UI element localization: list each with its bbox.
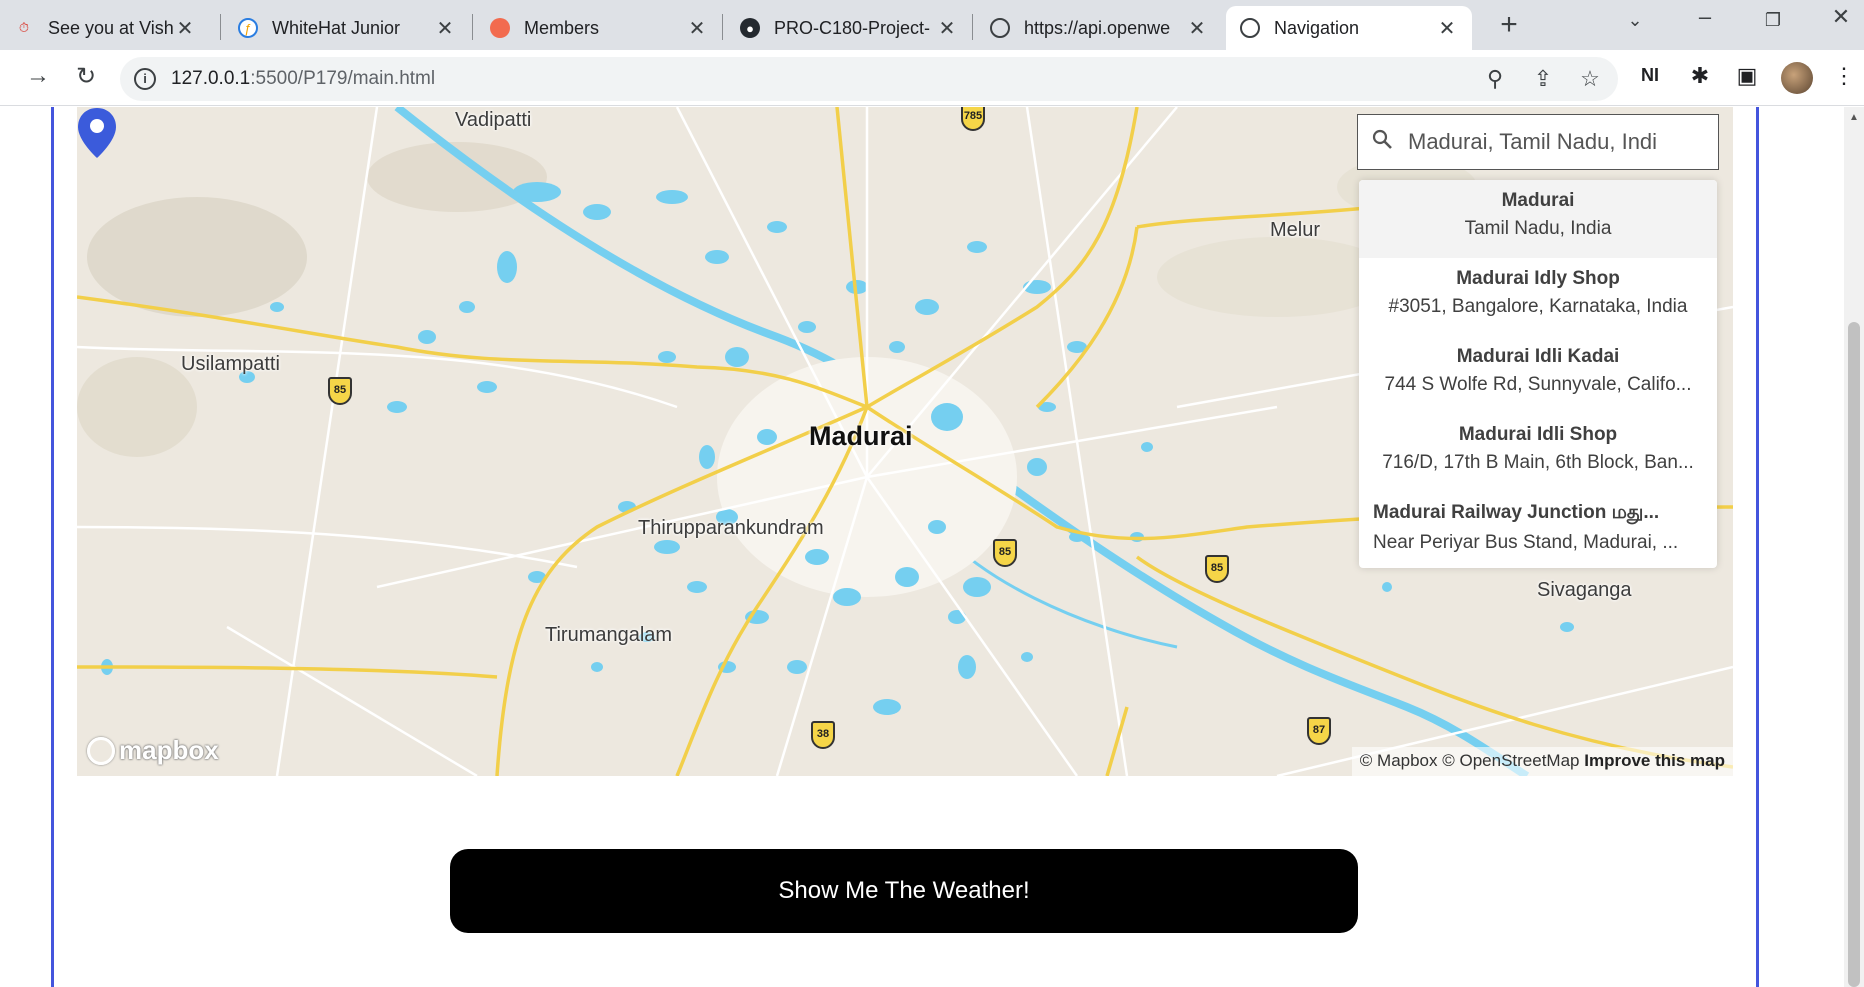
close-icon[interactable]: ✕ bbox=[434, 16, 456, 41]
github-icon: ● bbox=[740, 18, 760, 38]
globe-icon bbox=[990, 18, 1010, 38]
tab-members[interactable]: Members ✕ bbox=[476, 6, 722, 50]
restore-icon[interactable]: ❐ bbox=[1753, 10, 1793, 31]
tab-search-icon[interactable]: ⌄ bbox=[1615, 10, 1655, 31]
suggestion-name: Madurai bbox=[1501, 190, 1575, 211]
page-scrollbar[interactable]: ▲ bbox=[1844, 107, 1864, 987]
mapbox-logo-text: mapbox bbox=[119, 735, 219, 765]
tab-see-you[interactable]: ⏱ See you at Vishn ✕ bbox=[0, 6, 210, 50]
geocoder-search bbox=[1357, 114, 1719, 170]
share-icon[interactable]: ⇪ bbox=[1528, 66, 1558, 92]
mapbox-logo-icon bbox=[87, 736, 115, 765]
improve-map-link[interactable]: Improve this map bbox=[1584, 751, 1725, 770]
geocoder-suggestions: Madurai Tamil Nadu, India Madurai Idly S… bbox=[1359, 180, 1717, 568]
menu-kebab-icon[interactable]: ⋮ bbox=[1828, 63, 1860, 89]
tab-separator bbox=[722, 14, 723, 40]
suggestion-name: Madurai Idli Shop bbox=[1458, 424, 1618, 445]
show-weather-button[interactable]: Show Me The Weather! bbox=[450, 849, 1358, 933]
stopwatch-icon: ⏱ bbox=[18, 20, 30, 35]
minimize-icon[interactable]: – bbox=[1685, 4, 1725, 30]
place-usilampatti: Usilampatti bbox=[181, 353, 280, 375]
members-icon bbox=[490, 18, 510, 38]
place-thirupparankundram: Thirupparankundram bbox=[638, 517, 824, 539]
close-icon[interactable]: ✕ bbox=[936, 16, 958, 41]
close-icon[interactable]: ✕ bbox=[174, 16, 196, 41]
tab-whitehat[interactable]: ƒ WhiteHat Junior ✕ bbox=[224, 6, 470, 50]
side-panel-icon[interactable]: ▣ bbox=[1731, 63, 1763, 89]
highway-shield: 85 bbox=[1205, 555, 1229, 583]
browser-tabstrip: ⏱ See you at Vishn ✕ ƒ WhiteHat Junior ✕… bbox=[0, 0, 1864, 50]
scrollbar-thumb[interactable] bbox=[1848, 322, 1860, 987]
tab-title: PRO-C180-Project- bbox=[774, 17, 931, 38]
tab-title: See you at Vishn bbox=[48, 17, 174, 38]
close-icon[interactable]: ✕ bbox=[1186, 16, 1208, 41]
url-path: :5500/P179/main.html bbox=[250, 68, 436, 89]
globe-icon bbox=[1240, 18, 1260, 38]
place-melur: Melur bbox=[1270, 219, 1321, 241]
tab-separator bbox=[972, 14, 973, 40]
whitehat-icon: ƒ bbox=[238, 18, 258, 38]
geocoder-input[interactable] bbox=[1408, 125, 1708, 159]
reload-icon[interactable]: ↻ bbox=[70, 62, 102, 91]
close-window-icon[interactable]: ✕ bbox=[1821, 4, 1861, 30]
tab-title: Navigation bbox=[1274, 17, 1360, 38]
tab-separator bbox=[472, 14, 473, 40]
highway-shield: 85 bbox=[993, 539, 1017, 567]
suggestion-address: 716/D, 17th B Main, 6th Block, Ban... bbox=[1382, 452, 1694, 473]
suggestion-name: Madurai Idly Shop bbox=[1456, 268, 1620, 289]
suggestion-address: Near Periyar Bus Stand, Madurai, ... bbox=[1373, 532, 1679, 553]
tab-title: WhiteHat Junior bbox=[272, 17, 401, 38]
suggestion-address: #3051, Bangalore, Karnataka, India bbox=[1388, 296, 1688, 317]
tab-navigation[interactable]: Navigation ✕ bbox=[1226, 6, 1472, 50]
tab-title: https://api.openwe bbox=[1024, 17, 1171, 38]
location-pin-icon[interactable] bbox=[77, 107, 117, 159]
highway-shield: 85 bbox=[328, 377, 352, 405]
bookmark-star-icon[interactable]: ☆ bbox=[1575, 66, 1605, 92]
mapbox-logo[interactable]: mapbox bbox=[87, 735, 219, 766]
highway-shield: 87 bbox=[1307, 717, 1331, 745]
tab-github[interactable]: ● PRO-C180-Project- ✕ bbox=[726, 6, 972, 50]
suggestion-name: Madurai Idli Kadai bbox=[1456, 346, 1620, 367]
tab-title: Members bbox=[524, 17, 600, 38]
url-host: 127.0.0.1 bbox=[171, 68, 251, 89]
suggestion-address: Tamil Nadu, India bbox=[1464, 218, 1612, 239]
highway-shield: 785 bbox=[961, 107, 985, 131]
map-attribution: © Mapbox © OpenStreetMap Improve this ma… bbox=[1351, 747, 1733, 776]
place-tirumangalam: Tirumangalam bbox=[545, 624, 673, 646]
place-madurai: Madurai bbox=[809, 421, 913, 451]
location-icon[interactable]: ⚲ bbox=[1480, 66, 1510, 92]
suggestion-item[interactable]: Madurai Tamil Nadu, India bbox=[1359, 180, 1717, 258]
suggestion-address: 744 S Wolfe Rd, Sunnyvale, Califo... bbox=[1384, 374, 1692, 395]
tab-separator bbox=[220, 14, 221, 40]
extension-nj-icon[interactable]: NI bbox=[1634, 65, 1666, 86]
suggestion-name: Madurai Railway Junction மது... bbox=[1373, 502, 1660, 523]
suggestion-item[interactable]: Madurai Idli Kadai 744 S Wolfe Rd, Sunny… bbox=[1359, 336, 1717, 414]
close-icon[interactable]: ✕ bbox=[686, 16, 708, 41]
tab-openweather[interactable]: https://api.openwe ✕ bbox=[976, 6, 1222, 50]
suggestion-item[interactable]: Madurai Railway Junction மது... Near Per… bbox=[1359, 492, 1717, 568]
extensions-puzzle-icon[interactable]: ✱ bbox=[1684, 63, 1716, 89]
scroll-up-icon[interactable]: ▲ bbox=[1849, 112, 1859, 123]
forward-icon[interactable]: → bbox=[22, 62, 54, 90]
search-icon bbox=[1372, 129, 1392, 149]
address-bar[interactable]: i 127.0.0.1:5500/P179/main.html ⚲ ⇪ ☆ bbox=[120, 57, 1618, 101]
profile-avatar[interactable] bbox=[1781, 62, 1813, 94]
address-url[interactable]: 127.0.0.1:5500/P179/main.html bbox=[171, 68, 435, 90]
new-tab-icon[interactable]: + bbox=[1494, 8, 1524, 42]
page-content: Vadipatti Melur Usilampatti Madurai Thir… bbox=[0, 107, 1864, 987]
browser-toolbar: → ↻ i 127.0.0.1:5500/P179/main.html ⚲ ⇪ … bbox=[0, 50, 1864, 106]
suggestion-item[interactable]: Madurai Idly Shop #3051, Bangalore, Karn… bbox=[1359, 258, 1717, 336]
place-sivaganga: Sivaganga bbox=[1537, 579, 1632, 601]
suggestion-item[interactable]: Madurai Idli Shop 716/D, 17th B Main, 6t… bbox=[1359, 414, 1717, 492]
close-icon[interactable]: ✕ bbox=[1436, 16, 1458, 41]
site-info-icon[interactable]: i bbox=[134, 68, 156, 90]
attribution-text[interactable]: © Mapbox © OpenStreetMap bbox=[1360, 751, 1580, 770]
highway-shield: 38 bbox=[811, 721, 835, 749]
place-vadipatti: Vadipatti bbox=[455, 109, 532, 131]
